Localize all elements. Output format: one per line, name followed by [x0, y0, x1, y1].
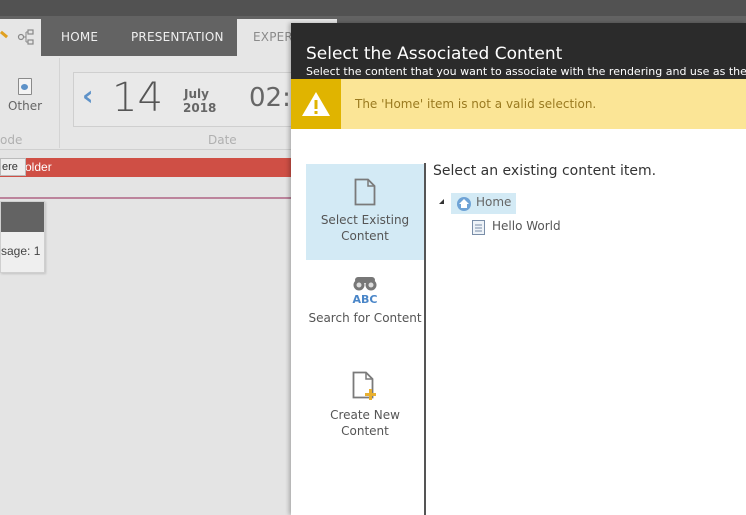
binoculars-abc-icon: ABC [353, 277, 378, 304]
tab-home[interactable]: HOME [61, 19, 98, 56]
placeholder-outline [0, 197, 292, 199]
quick-access-toolbar [0, 19, 41, 56]
warning-icon-box [291, 79, 341, 129]
chevron-left-icon[interactable]: ‹ [82, 79, 94, 112]
pane-divider[interactable] [424, 163, 426, 515]
nav-select-existing[interactable]: Select Existing Content [306, 164, 424, 260]
tooltip: ere [0, 158, 26, 176]
tree-node-hello-world-label: Hello World [492, 219, 561, 233]
message-popup: sage: 1 [0, 201, 45, 273]
preview-page-icon [18, 78, 32, 95]
tree-node-home[interactable]: Home [451, 193, 516, 214]
popup-message: sage: 1 [1, 244, 41, 258]
page-icon [354, 178, 376, 206]
window-top-bar [0, 0, 746, 16]
document-icon [472, 220, 485, 235]
nav-search-content[interactable]: ABC Search for Content [306, 272, 424, 352]
tree-expand-icon[interactable] [439, 199, 444, 204]
nav-create-new-label: Create New Content [330, 408, 400, 438]
date-year: 2018 [183, 101, 217, 115]
placeholder-bar[interactable]: older [0, 158, 292, 177]
svg-text:ABC: ABC [353, 293, 378, 304]
nav-create-new[interactable]: Create New Content [306, 365, 424, 445]
tab-presentation[interactable]: PRESENTATION [131, 19, 224, 56]
date-day: 14 [112, 75, 163, 121]
date-group-label: Date [208, 133, 237, 147]
associated-content-dialog: Select the Associated Content Select the… [291, 23, 746, 515]
share-icon[interactable] [17, 29, 35, 45]
nav-select-existing-label: Select Existing Content [320, 213, 410, 243]
date-month: July [184, 87, 209, 101]
mode-group-label: ode [0, 133, 23, 147]
dialog-left-nav: Select Existing Content ABC Search for C… [291, 129, 425, 515]
ribbon-separator [59, 58, 60, 148]
warning-icon [302, 92, 330, 116]
dialog-subtitle: Select the content that you want to asso… [306, 65, 746, 78]
dialog-title: Select the Associated Content [306, 44, 563, 64]
placeholder-bar-text: older [25, 160, 52, 174]
warning-banner: The 'Home' item is not a valid selection… [291, 79, 746, 129]
date-selector: ‹ 14 July 2018 02:5 [73, 72, 313, 127]
dialog-header: Select the Associated Content Select the… [291, 23, 746, 79]
home-icon [457, 197, 471, 211]
warning-text: The 'Home' item is not a valid selection… [355, 97, 597, 111]
other-label: Other [7, 99, 43, 113]
tree-node-hello-world[interactable]: Hello World [472, 218, 592, 238]
content-pane: Select an existing content item. Home He… [433, 163, 657, 235]
content-title: Select an existing content item. [433, 163, 657, 179]
popup-header [1, 202, 44, 232]
other-button[interactable]: Other [5, 78, 45, 113]
pencil-icon[interactable] [0, 30, 9, 39]
page-add-icon [352, 371, 376, 400]
nav-search-content-label: Search for Content [308, 311, 422, 325]
tree-node-home-label: Home [476, 195, 512, 209]
